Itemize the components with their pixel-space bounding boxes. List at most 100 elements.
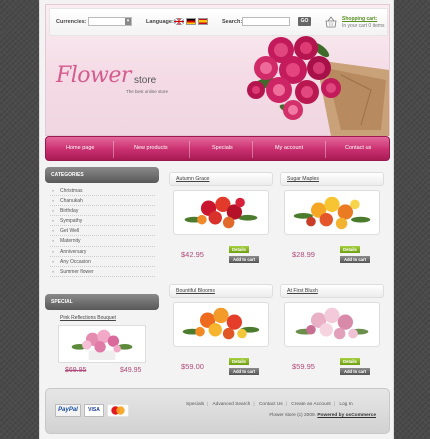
language-label: Language: — [146, 19, 174, 25]
bullet-icon: » — [52, 188, 55, 193]
category-label: Summer flower — [60, 268, 94, 275]
logo-flower-text: Flower — [56, 63, 131, 88]
category-item[interactable]: » Chanukah — [50, 196, 155, 207]
search-input[interactable] — [242, 17, 290, 26]
footer-link-contact-us[interactable]: Contact Us — [259, 402, 283, 407]
header: Currencies: ▾ Language: Search: GO Shopp… — [45, 4, 390, 136]
logo-store-text: store — [134, 75, 157, 86]
copyright-text: Flower store (c) 2009. — [269, 413, 316, 418]
category-item[interactable]: » Any Occasion — [50, 257, 155, 267]
nav-new-products[interactable]: New products — [134, 145, 168, 151]
bullet-icon: » — [52, 218, 55, 224]
product-image[interactable] — [284, 190, 380, 235]
category-label: Any Occasion — [60, 258, 91, 265]
category-label: Maternity — [60, 238, 81, 245]
add-to-cart-button[interactable]: Add to cart — [229, 256, 259, 263]
product-price: $42.95 — [181, 250, 204, 259]
bullet-icon: » — [52, 268, 55, 274]
nav-divider — [252, 141, 253, 158]
bullet-icon: » — [52, 238, 55, 244]
nav-divider — [189, 141, 190, 158]
divider: | — [333, 402, 335, 407]
category-item[interactable]: » Get Well — [50, 226, 155, 237]
product-price: $28.99 — [292, 250, 315, 259]
footer: PayPal VISA Specials | Advanced Search | C… — [45, 388, 390, 434]
product-title[interactable]: Bountiful Blooms — [169, 284, 273, 298]
flag-uk-icon[interactable] — [174, 18, 184, 25]
add-to-cart-button[interactable]: Add to cart — [340, 256, 370, 263]
product-image[interactable] — [284, 302, 380, 347]
footer-links: Specials | Advanced Search | Contact Us | C… — [186, 402, 386, 407]
nav-divider — [113, 141, 114, 158]
add-to-cart-button[interactable]: Add to cart — [340, 368, 370, 375]
product-title[interactable]: Sugar Maples — [280, 172, 384, 186]
special-product-title[interactable]: Pink Reflections Bouquet — [60, 315, 116, 321]
nav-specials[interactable]: Specials — [212, 145, 233, 151]
visa-logo: VISA — [84, 404, 104, 417]
footer-link-create-account[interactable]: Create an Account — [291, 402, 330, 407]
product-image[interactable] — [173, 190, 269, 235]
category-label: Christmas — [60, 188, 83, 194]
details-button[interactable]: Details — [229, 358, 249, 365]
product-title[interactable]: Autumn Grace — [169, 172, 273, 186]
bullet-icon: » — [52, 198, 55, 204]
details-button[interactable]: Details — [229, 246, 249, 253]
special-product-image[interactable] — [58, 325, 146, 363]
nav-contact-us[interactable]: Contact us — [345, 145, 371, 151]
category-list: » Christmas » Chanukah » Birthday » Sympathy… — [50, 186, 155, 277]
category-item[interactable]: » Anniversary — [50, 247, 155, 257]
special-heading: SPECIAL — [45, 294, 159, 310]
category-item[interactable]: » Sympathy — [50, 216, 155, 227]
category-item[interactable]: » Birthday — [50, 206, 155, 217]
main-nav: Home page New products Specials My accou… — [45, 136, 390, 161]
page-container: Currencies: ▾ Language: Search: GO Shopp… — [39, 0, 394, 439]
special-new-price: $49.95 — [120, 367, 142, 374]
footer-link-advanced-search[interactable]: Advanced Search — [212, 402, 250, 407]
nav-my-account[interactable]: My account — [275, 145, 303, 151]
categories-heading: CATEGORIES — [45, 167, 159, 183]
product-title[interactable]: At First Blush — [280, 284, 384, 298]
currencies-label: Currencies: — [56, 19, 87, 25]
product-price: $59.95 — [292, 362, 315, 371]
category-label: Get Well — [60, 228, 80, 235]
shopping-cart-link[interactable]: Shopping cart: — [342, 16, 377, 22]
divider: | — [207, 402, 209, 407]
bullet-icon: » — [52, 208, 55, 214]
category-label: Chanukah — [60, 198, 83, 205]
category-label: Sympathy — [60, 218, 83, 225]
add-to-cart-button[interactable]: Add to cart — [229, 368, 259, 375]
cart-status-text: In your cart 0 items — [342, 23, 385, 29]
shopping-basket-icon[interactable] — [325, 16, 337, 28]
details-button[interactable]: Details — [340, 358, 360, 365]
logo-tagline: The best online store — [126, 89, 169, 94]
currency-select[interactable]: ▾ — [88, 17, 132, 26]
bullet-icon: » — [52, 228, 55, 234]
category-item[interactable]: » Maternity — [50, 236, 155, 247]
flag-de-icon[interactable] — [186, 18, 196, 25]
category-label: Birthday — [60, 208, 79, 215]
special-product: Pink Reflections Bouquet $69.95 $49.95 — [50, 315, 155, 381]
category-item[interactable]: » Christmas — [50, 186, 155, 197]
footer-copyright: Flower store (c) 2009. Powered by osComm… — [269, 413, 376, 418]
divider: | — [253, 402, 255, 407]
product-price: $59.00 — [181, 362, 204, 371]
bullet-icon: » — [52, 258, 55, 264]
mastercard-icon — [107, 404, 129, 417]
product-image[interactable] — [173, 302, 269, 347]
store-logo[interactable]: Flower store The best online store — [56, 63, 168, 94]
details-button[interactable]: Details — [340, 246, 360, 253]
category-item[interactable]: » Summer flower — [50, 267, 155, 277]
search-go-button[interactable]: GO — [298, 17, 311, 26]
search-label: Search: — [222, 19, 243, 25]
paypal-logo: PayPal — [55, 404, 81, 417]
bullet-icon: » — [52, 248, 55, 254]
footer-link-log-in[interactable]: Log In — [339, 402, 352, 407]
flag-es-icon[interactable] — [198, 18, 208, 25]
footer-link-specials[interactable]: Specials — [186, 402, 204, 407]
divider: | — [285, 402, 287, 407]
nav-home-page[interactable]: Home page — [66, 145, 94, 151]
nav-divider — [325, 141, 326, 158]
powered-by-link[interactable]: Powered by osCommerce — [317, 413, 376, 418]
roses-bouquet-image — [247, 36, 389, 136]
category-label: Anniversary — [60, 248, 87, 255]
